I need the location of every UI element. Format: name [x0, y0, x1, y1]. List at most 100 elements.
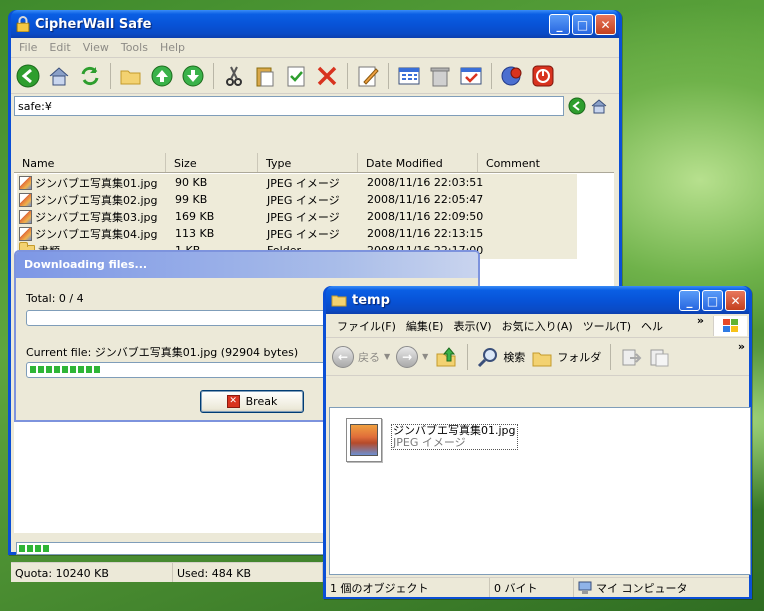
column-type[interactable]: Type [258, 153, 358, 172]
menu-edit[interactable]: Edit [45, 41, 78, 54]
minimize-button[interactable]: _ [679, 290, 700, 311]
menu-file[interactable]: File [15, 41, 45, 54]
file-type: JPEG イメージ [393, 436, 466, 449]
up-folder-icon [436, 346, 456, 366]
total-size: 0 バイト [490, 578, 574, 597]
rename-button[interactable] [354, 62, 382, 90]
download-icon [182, 65, 204, 86]
back-button[interactable] [14, 62, 42, 90]
title-bar[interactable]: CipherWall Safe _ □ ✕ [11, 10, 619, 38]
computer-icon [578, 581, 592, 594]
menu-file[interactable]: ファイル(F) [332, 318, 401, 334]
jpeg-file-icon [19, 209, 32, 224]
folder-content-area[interactable]: ジンバブエ写真集01.jpg JPEG イメージ [329, 407, 751, 575]
cut-button[interactable] [220, 62, 248, 90]
power-button[interactable] [529, 62, 557, 90]
object-count: 1 個のオブジェクト [326, 578, 490, 597]
chevron-down-icon: ▼ [384, 352, 391, 361]
menu-view[interactable]: View [79, 41, 117, 54]
menu-help[interactable]: Help [156, 41, 193, 54]
folder-icon [331, 295, 347, 307]
paste-button[interactable] [251, 62, 279, 90]
toolbar-separator [110, 62, 111, 89]
menu-help[interactable]: ヘル [636, 318, 668, 334]
upload-icon [151, 65, 173, 86]
dialog-title: Downloading files... [16, 252, 478, 278]
jpeg-file-icon [19, 175, 32, 190]
search-button[interactable]: 検索 [477, 346, 525, 368]
break-button[interactable]: ✕ Break [200, 390, 304, 413]
folders-button[interactable]: フォルダ [531, 346, 601, 368]
temp-title-bar[interactable]: temp _ □ ✕ [326, 286, 749, 314]
progress-segment [54, 366, 60, 373]
column-size[interactable]: Size [166, 153, 258, 172]
lock-icon [16, 16, 30, 32]
progress-segment [38, 366, 44, 373]
forward-button[interactable]: → ▼ [396, 345, 429, 368]
back-button[interactable]: ← 戻る ▼ [332, 345, 391, 368]
close-button[interactable]: ✕ [595, 14, 616, 35]
properties-button[interactable] [457, 62, 485, 90]
toolbar-overflow-chevron-icon[interactable]: » [738, 340, 745, 353]
view-button[interactable] [395, 62, 423, 90]
close-button[interactable]: ✕ [725, 290, 746, 311]
list-item[interactable]: ジンバブエ写真集03.jpg 169 KB JPEG イメージ 2008/11/… [17, 208, 577, 225]
address-input[interactable]: safe:¥ [14, 96, 564, 116]
home-small-icon[interactable] [590, 97, 608, 115]
menu-overflow-chevron-icon[interactable]: » [692, 314, 709, 327]
temp-toolbar: ← 戻る ▼ → ▼ 検索 フォルダ » [326, 338, 749, 376]
trash-button[interactable] [426, 62, 454, 90]
jpeg-file-icon [19, 192, 32, 207]
move-to-icon[interactable] [620, 346, 642, 368]
search-icon [478, 347, 498, 367]
maximize-button[interactable]: □ [702, 290, 723, 311]
jpeg-file-icon [19, 226, 32, 241]
chevron-down-icon: ▼ [422, 352, 429, 361]
check-button[interactable] [282, 62, 310, 90]
copy-to-icon[interactable] [648, 346, 670, 368]
back-arrow-icon [16, 64, 40, 87]
progress-segment [30, 366, 36, 373]
progress-segment [86, 366, 92, 373]
column-comment[interactable]: Comment [478, 153, 614, 172]
maximize-button[interactable]: □ [572, 14, 593, 35]
checkmark-document-icon [287, 66, 305, 86]
column-date-modified[interactable]: Date Modified [358, 153, 478, 172]
open-folder-button[interactable] [117, 62, 145, 90]
up-folder-button[interactable] [434, 345, 458, 369]
download-button[interactable] [179, 62, 207, 90]
total-label: Total: 0 / 4 [26, 292, 84, 305]
list-header: Name Size Type Date Modified Comment [14, 153, 614, 173]
toolbar [11, 58, 619, 94]
jpeg-file-large-icon[interactable] [346, 418, 382, 462]
break-label: Break [245, 395, 278, 408]
stop-icon: ✕ [226, 395, 240, 408]
go-arrow-icon[interactable] [568, 97, 586, 115]
settings-button[interactable] [498, 62, 526, 90]
window-check-icon [460, 67, 482, 84]
toolbar-separator [610, 343, 612, 370]
menu-favorites[interactable]: お気に入り(A) [497, 318, 578, 334]
home-button[interactable] [45, 62, 73, 90]
delete-button[interactable] [313, 62, 341, 90]
list-item[interactable]: ジンバブエ写真集04.jpg 113 KB JPEG イメージ 2008/11/… [17, 225, 577, 242]
column-name[interactable]: Name [14, 153, 166, 172]
quota-status: Quota: 10240 KB [11, 563, 173, 582]
menu-view[interactable]: 表示(V) [448, 318, 496, 334]
toolbar-separator [213, 62, 214, 89]
minimize-button[interactable]: _ [549, 14, 570, 35]
menu-tools[interactable]: ツール(T) [578, 318, 636, 334]
list-item[interactable]: ジンバブエ写真集01.jpg 90 KB JPEG イメージ 2008/11/1… [17, 174, 577, 191]
temp-folder-window: temp _ □ ✕ ファイル(F) 編集(E) 表示(V) お気に入り(A) … [323, 286, 752, 599]
refresh-button[interactable] [76, 62, 104, 90]
file-item-label[interactable]: ジンバブエ写真集01.jpg JPEG イメージ [391, 424, 518, 450]
menu-tools[interactable]: Tools [117, 41, 156, 54]
windows-flag-icon [722, 319, 738, 332]
temp-menu-bar: ファイル(F) 編集(E) 表示(V) お気に入り(A) ツール(T) ヘル » [326, 314, 749, 338]
house-icon [49, 66, 69, 85]
list-item[interactable]: ジンバブエ写真集02.jpg 99 KB JPEG イメージ 2008/11/1… [17, 191, 577, 208]
menu-edit[interactable]: 編集(E) [401, 318, 449, 334]
red-x-icon [317, 66, 337, 85]
windows-logo [713, 316, 747, 336]
upload-button[interactable] [148, 62, 176, 90]
